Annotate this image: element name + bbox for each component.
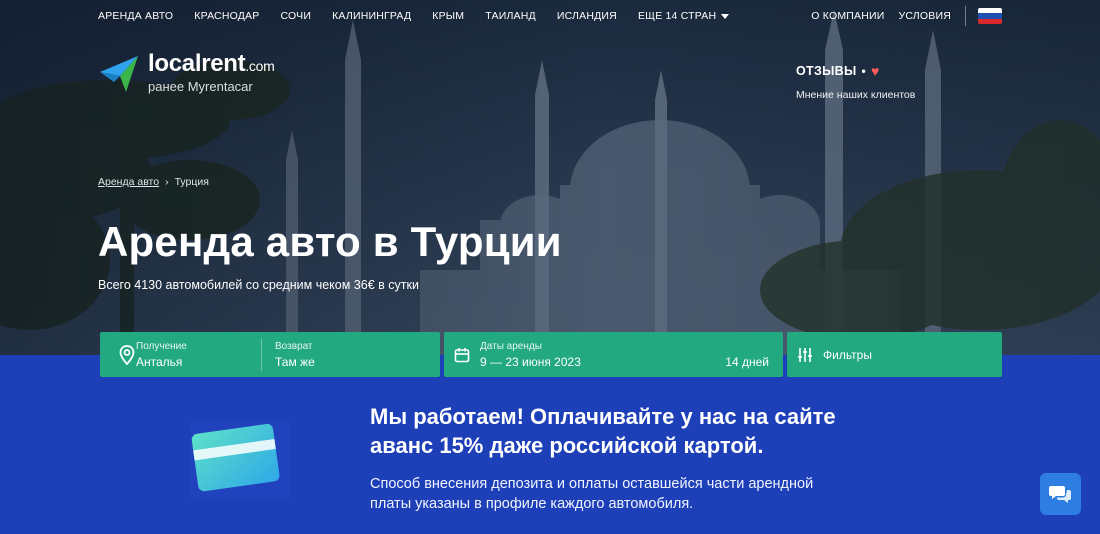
logo-name: localrent.com bbox=[148, 50, 275, 78]
nav-item-sochi[interactable]: СОЧИ bbox=[280, 10, 311, 22]
chat-button[interactable] bbox=[1040, 473, 1081, 515]
logo-formerly: ранее Myrentacar bbox=[148, 79, 253, 94]
breadcrumb-current: Турция bbox=[174, 176, 209, 188]
reviews-link[interactable]: ОТЗЫВЫ • ♥ Мнение наших клиентов bbox=[796, 64, 915, 101]
nav-item-kaliningrad[interactable]: КАЛИНИНГРАД bbox=[332, 10, 411, 22]
location-selector: Получение Анталья Возврат Там же bbox=[100, 332, 440, 377]
filters-label: Фильтры bbox=[823, 347, 872, 362]
nav-more-countries[interactable]: ЕЩЕ 14 СТРАН bbox=[637, 10, 730, 22]
nav-about[interactable]: О КОМПАНИИ bbox=[811, 10, 884, 22]
breadcrumb-home[interactable]: Аренда авто bbox=[98, 176, 159, 188]
logo-mark-icon bbox=[100, 56, 138, 92]
logo-tld: .com bbox=[245, 58, 275, 74]
page-title: Аренда авто в Турции bbox=[98, 218, 562, 265]
pickup-label: Получение bbox=[136, 340, 187, 352]
field-divider bbox=[261, 338, 262, 371]
promo-title: Мы работаем! Оплачивайте у нас на сайте … bbox=[370, 402, 930, 460]
nav-divider bbox=[965, 6, 966, 26]
reviews-dot: • bbox=[861, 64, 867, 78]
nav-links: АРЕНДА АВТО КРАСНОДАР СОЧИ КАЛИНИНГРАД К… bbox=[98, 10, 730, 22]
dates-label: Даты аренды bbox=[480, 340, 542, 352]
promo-text-line1: Способ внесения депозита и оплаты оставш… bbox=[370, 476, 814, 492]
breadcrumb: Аренда авто › Турция bbox=[98, 176, 209, 188]
breadcrumb-separator: › bbox=[165, 176, 169, 188]
nav-terms[interactable]: УСЛОВИЯ bbox=[899, 10, 952, 22]
filters-icon bbox=[787, 347, 823, 363]
nav-item-krasnodar[interactable]: КРАСНОДАР bbox=[194, 10, 259, 22]
logo[interactable]: localrent.com ранее Myrentacar bbox=[98, 50, 275, 94]
chevron-down-icon bbox=[721, 13, 730, 19]
reviews-subtitle: Мнение наших клиентов bbox=[796, 89, 916, 101]
promo-text: Способ внесения депозита и оплаты оставш… bbox=[370, 474, 850, 514]
nav-item-rent-car[interactable]: АРЕНДА АВТО bbox=[98, 10, 173, 22]
nav-more-label: ЕЩЕ 14 СТРАН bbox=[637, 10, 717, 22]
logo-name-text: localrent bbox=[148, 50, 246, 77]
language-flag-icon[interactable] bbox=[978, 8, 1002, 24]
dates-field: Даты аренды 9 — 23 июня 2023 bbox=[480, 341, 581, 369]
pickup-field[interactable]: Получение Анталья bbox=[136, 341, 261, 369]
filters-button[interactable]: Фильтры bbox=[787, 332, 1002, 377]
days-count: 14 дней bbox=[725, 354, 769, 369]
return-value: Там же bbox=[275, 354, 315, 369]
heart-icon: ♥ bbox=[871, 63, 880, 79]
promo-title-line2: аванс 15% даже российской картой. bbox=[370, 433, 764, 458]
page-subtitle: Всего 4130 автомобилей со средним чеком … bbox=[98, 278, 419, 292]
promo-text-line2: платы указаны в профиле каждого автомоби… bbox=[370, 496, 694, 512]
reviews-title-text: ОТЗЫВЫ bbox=[796, 64, 857, 78]
return-label: Возврат bbox=[275, 340, 313, 352]
pickup-value: Анталья bbox=[136, 354, 183, 369]
chat-bubbles-icon bbox=[1048, 486, 1071, 503]
nav-item-iceland[interactable]: ИСЛАНДИЯ bbox=[557, 10, 617, 22]
dates-value: 9 — 23 июня 2023 bbox=[480, 354, 581, 369]
return-field[interactable]: Возврат Там же bbox=[275, 341, 315, 369]
nav-right: О КОМПАНИИ УСЛОВИЯ bbox=[797, 6, 1002, 26]
reviews-title: ОТЗЫВЫ • ♥ bbox=[796, 64, 915, 78]
nav-item-thailand[interactable]: ТАИЛАНД bbox=[485, 10, 536, 22]
credit-card-icon bbox=[190, 420, 290, 500]
nav-item-crimea[interactable]: КРЫМ bbox=[432, 10, 464, 22]
calendar-icon bbox=[444, 347, 480, 363]
dates-selector[interactable]: Даты аренды 9 — 23 июня 2023 14 дней bbox=[444, 332, 783, 377]
top-nav: АРЕНДА АВТО КРАСНОДАР СОЧИ КАЛИНИНГРАД К… bbox=[0, 0, 1100, 32]
promo-title-line1: Мы работаем! Оплачивайте у нас на сайте bbox=[370, 404, 836, 429]
